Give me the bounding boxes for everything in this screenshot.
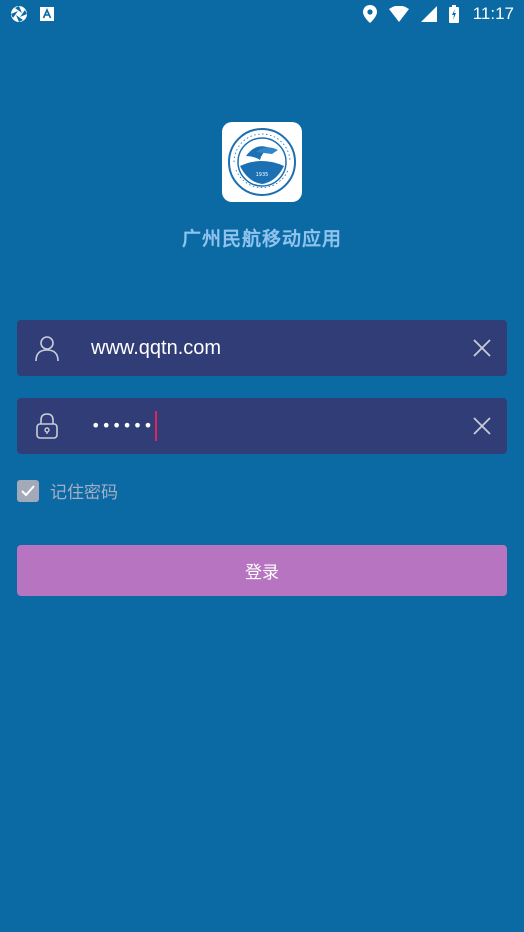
- password-field[interactable]: ••••••: [17, 398, 507, 454]
- aperture-icon: [10, 5, 28, 23]
- close-icon: [473, 417, 491, 435]
- signal-icon: [420, 6, 437, 22]
- user-icon: [33, 334, 61, 362]
- checkmark-icon: [21, 484, 35, 496]
- remember-password[interactable]: 记住密码: [17, 478, 118, 503]
- password-input[interactable]: ••••••: [91, 398, 157, 454]
- username-field[interactable]: www.qqtn.com: [17, 320, 507, 376]
- password-clear-button[interactable]: [471, 415, 493, 437]
- status-left: [10, 5, 54, 23]
- college-crest-logo: 1935: [228, 128, 296, 196]
- lock-icon: [33, 412, 61, 440]
- battery-icon: [448, 5, 459, 23]
- remember-checkbox[interactable]: [17, 479, 39, 502]
- remember-label: 记住密码: [50, 483, 118, 503]
- svg-text:1935: 1935: [256, 172, 269, 178]
- username-value[interactable]: www.qqtn.com: [91, 320, 221, 376]
- close-icon: [473, 339, 491, 357]
- password-value: ••••••: [91, 416, 154, 435]
- app-title: 广州民航移动应用: [181, 228, 342, 250]
- login-button[interactable]: 登录: [17, 545, 507, 596]
- status-right: 11:17: [362, 4, 514, 24]
- text-caret: [154, 411, 157, 441]
- username-clear-button[interactable]: [471, 337, 493, 359]
- status-time: 11:17: [472, 4, 514, 23]
- text-a-icon: [40, 7, 54, 21]
- wifi-icon: [388, 6, 409, 22]
- status-bar: 11:17: [0, 0, 524, 28]
- app-logo: 1935: [222, 122, 302, 202]
- location-icon: [362, 5, 377, 23]
